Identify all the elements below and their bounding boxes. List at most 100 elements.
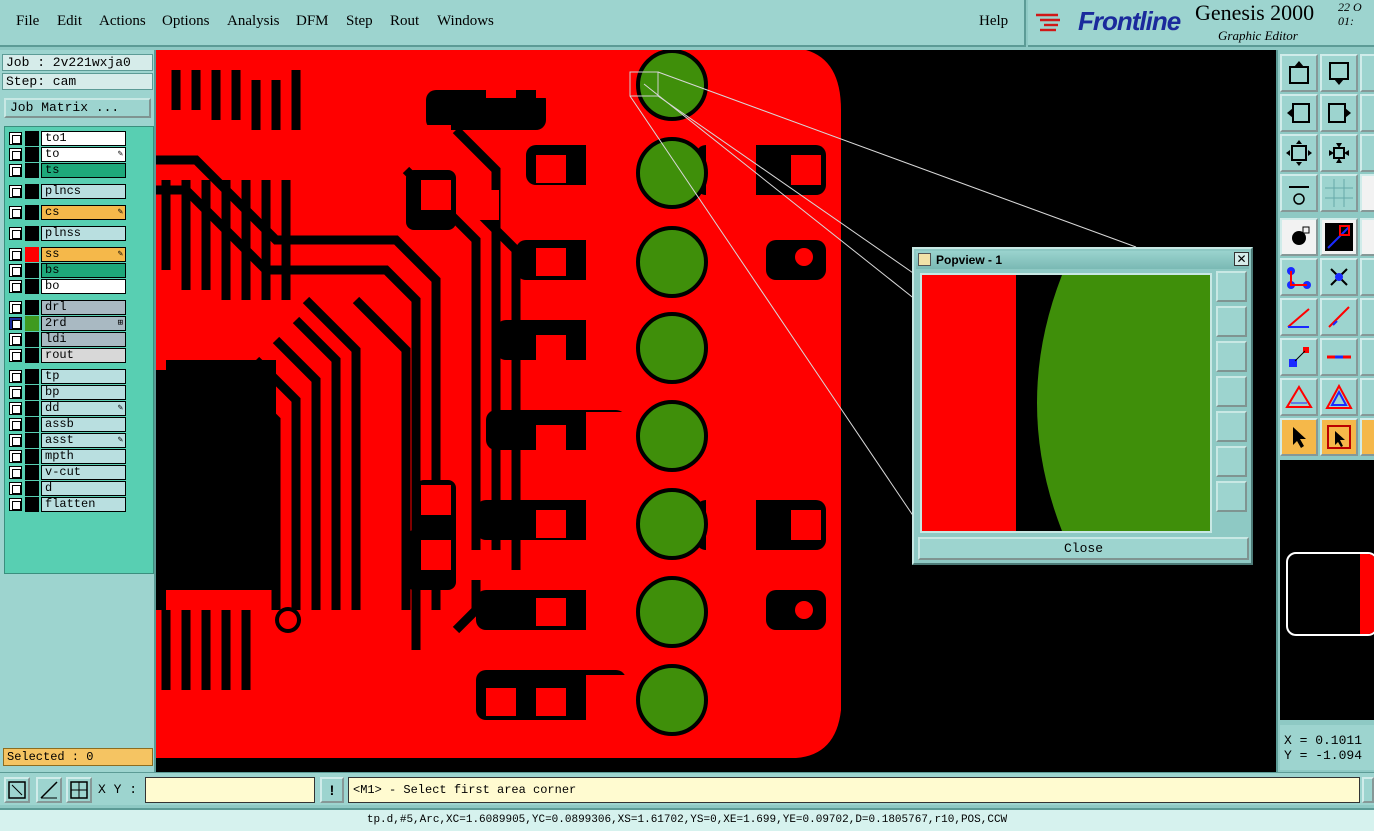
layer-checkbox[interactable] xyxy=(9,317,22,330)
layer-row[interactable]: bo xyxy=(7,279,126,294)
layer-checkbox[interactable] xyxy=(9,164,22,177)
menu-windows[interactable]: Windows xyxy=(437,13,494,30)
layer-row[interactable]: plncs xyxy=(7,184,126,199)
snap-tool-button[interactable] xyxy=(1360,174,1374,212)
layer-checkbox[interactable] xyxy=(9,185,22,198)
layer-color-swatch[interactable] xyxy=(25,465,39,480)
grid-icon[interactable] xyxy=(66,777,92,803)
layer-checkbox[interactable] xyxy=(9,482,22,495)
polygon-tool-button[interactable] xyxy=(1320,378,1358,416)
pan-up-button[interactable] xyxy=(1280,54,1318,92)
triangle-tool-button[interactable] xyxy=(1280,378,1318,416)
layer-color-swatch[interactable] xyxy=(25,449,39,464)
layer-checkbox[interactable] xyxy=(9,370,22,383)
text-tool-button[interactable] xyxy=(1360,218,1374,256)
move-line-button[interactable] xyxy=(1360,298,1374,336)
layer-row[interactable]: tp xyxy=(7,369,126,384)
select-polygon-button[interactable] xyxy=(1360,418,1374,456)
layer-name[interactable]: plnss xyxy=(41,226,126,241)
layer-color-swatch[interactable] xyxy=(25,300,39,315)
popview-pan-left-button[interactable] xyxy=(1216,376,1247,407)
popview-pan-down-button[interactable] xyxy=(1216,341,1247,372)
layer-name[interactable]: to1 xyxy=(41,131,126,146)
layer-row[interactable]: rout xyxy=(7,348,126,363)
zoom-window-icon[interactable] xyxy=(4,777,30,803)
layer-row[interactable]: assb xyxy=(7,417,126,432)
rotate-line-button[interactable] xyxy=(1320,298,1358,336)
layer-color-swatch[interactable] xyxy=(25,205,39,220)
layer-name[interactable]: dd ✎ xyxy=(41,401,126,416)
pan-right-button[interactable] xyxy=(1320,94,1358,132)
zoom-in-button[interactable] xyxy=(1280,134,1318,172)
layer-checkbox[interactable] xyxy=(9,227,22,240)
delete-node-button[interactable] xyxy=(1320,258,1358,296)
layer-checkbox[interactable] xyxy=(9,402,22,415)
layer-row[interactable]: cs ✎ xyxy=(7,205,126,220)
job-matrix-button[interactable]: Job Matrix ... xyxy=(4,98,151,118)
layer-color-swatch[interactable] xyxy=(25,131,39,146)
layer-color-swatch[interactable] xyxy=(25,332,39,347)
layer-checkbox[interactable] xyxy=(9,386,22,399)
layer-row[interactable]: ss ✎ xyxy=(7,247,126,262)
layer-name[interactable]: assb xyxy=(41,417,126,432)
connect-tool-button[interactable] xyxy=(1280,258,1318,296)
layer-name[interactable]: rout xyxy=(41,348,126,363)
layer-checkbox[interactable] xyxy=(9,349,22,362)
dimension-tool-button[interactable] xyxy=(1360,338,1374,376)
layer-name[interactable]: bo xyxy=(41,279,126,294)
layer-color-swatch[interactable] xyxy=(25,401,39,416)
layer-color-swatch[interactable] xyxy=(25,147,39,162)
layer-color-swatch[interactable] xyxy=(25,316,39,331)
layer-color-swatch[interactable] xyxy=(25,433,39,448)
layer-row[interactable]: ldi xyxy=(7,332,126,347)
node-tool-button[interactable] xyxy=(1360,258,1374,296)
slope-tool-button[interactable] xyxy=(1280,298,1318,336)
layer-name[interactable]: asst ✎ xyxy=(41,433,126,448)
measure-tool-button[interactable] xyxy=(1280,174,1318,212)
layer-name[interactable]: ts xyxy=(41,163,126,178)
undo-view-button[interactable] xyxy=(1360,54,1374,92)
alert-button[interactable]: ! xyxy=(320,777,344,803)
layer-color-swatch[interactable] xyxy=(25,348,39,363)
popview-zoom-view[interactable] xyxy=(920,273,1212,533)
menu-options[interactable]: Options xyxy=(162,13,210,30)
layer-name[interactable]: ss ✎ xyxy=(41,247,126,262)
layer-name[interactable]: mpth xyxy=(41,449,126,464)
layer-row[interactable]: ts xyxy=(7,163,126,178)
close-icon[interactable]: ✕ xyxy=(1234,252,1249,266)
layer-row[interactable]: mpth xyxy=(7,449,126,464)
layer-name[interactable]: cs ✎ xyxy=(41,205,126,220)
layer-name[interactable]: flatten xyxy=(41,497,126,512)
menu-file[interactable]: File xyxy=(16,13,39,30)
layer-checkbox[interactable] xyxy=(9,333,22,346)
cut-line-button[interactable] xyxy=(1320,338,1358,376)
overview-thumbnail[interactable] xyxy=(1286,552,1374,636)
layer-name[interactable]: v-cut xyxy=(41,465,126,480)
layer-name[interactable]: plncs xyxy=(41,184,126,199)
layer-name[interactable]: bp xyxy=(41,385,126,400)
measure-icon[interactable] xyxy=(36,777,62,803)
pad-tool-button[interactable] xyxy=(1280,218,1318,256)
select-area-button[interactable] xyxy=(1320,418,1358,456)
prompt-end-button[interactable] xyxy=(1362,777,1374,803)
menu-rout[interactable]: Rout xyxy=(390,13,419,30)
layer-checkbox[interactable] xyxy=(9,248,22,261)
line-tool-button[interactable] xyxy=(1320,218,1358,256)
layer-row[interactable]: asst ✎ xyxy=(7,433,126,448)
layer-checkbox[interactable] xyxy=(9,132,22,145)
popview-zoom-out-button[interactable] xyxy=(1216,481,1247,512)
grid-toggle-button[interactable] xyxy=(1320,174,1358,212)
menu-analysis[interactable]: Analysis xyxy=(227,13,280,30)
layer-name[interactable]: d xyxy=(41,481,126,496)
layer-color-swatch[interactable] xyxy=(25,279,39,294)
layer-row[interactable]: plnss xyxy=(7,226,126,241)
pad-to-line-button[interactable] xyxy=(1280,338,1318,376)
layer-row[interactable]: to1 xyxy=(7,131,126,146)
layer-checkbox[interactable] xyxy=(9,418,22,431)
layer-color-swatch[interactable] xyxy=(25,184,39,199)
layer-row[interactable]: d xyxy=(7,481,126,496)
layer-name[interactable]: drl xyxy=(41,300,126,315)
layer-name[interactable]: bs xyxy=(41,263,126,278)
layer-color-swatch[interactable] xyxy=(25,481,39,496)
menu-edit[interactable]: Edit xyxy=(57,13,82,30)
